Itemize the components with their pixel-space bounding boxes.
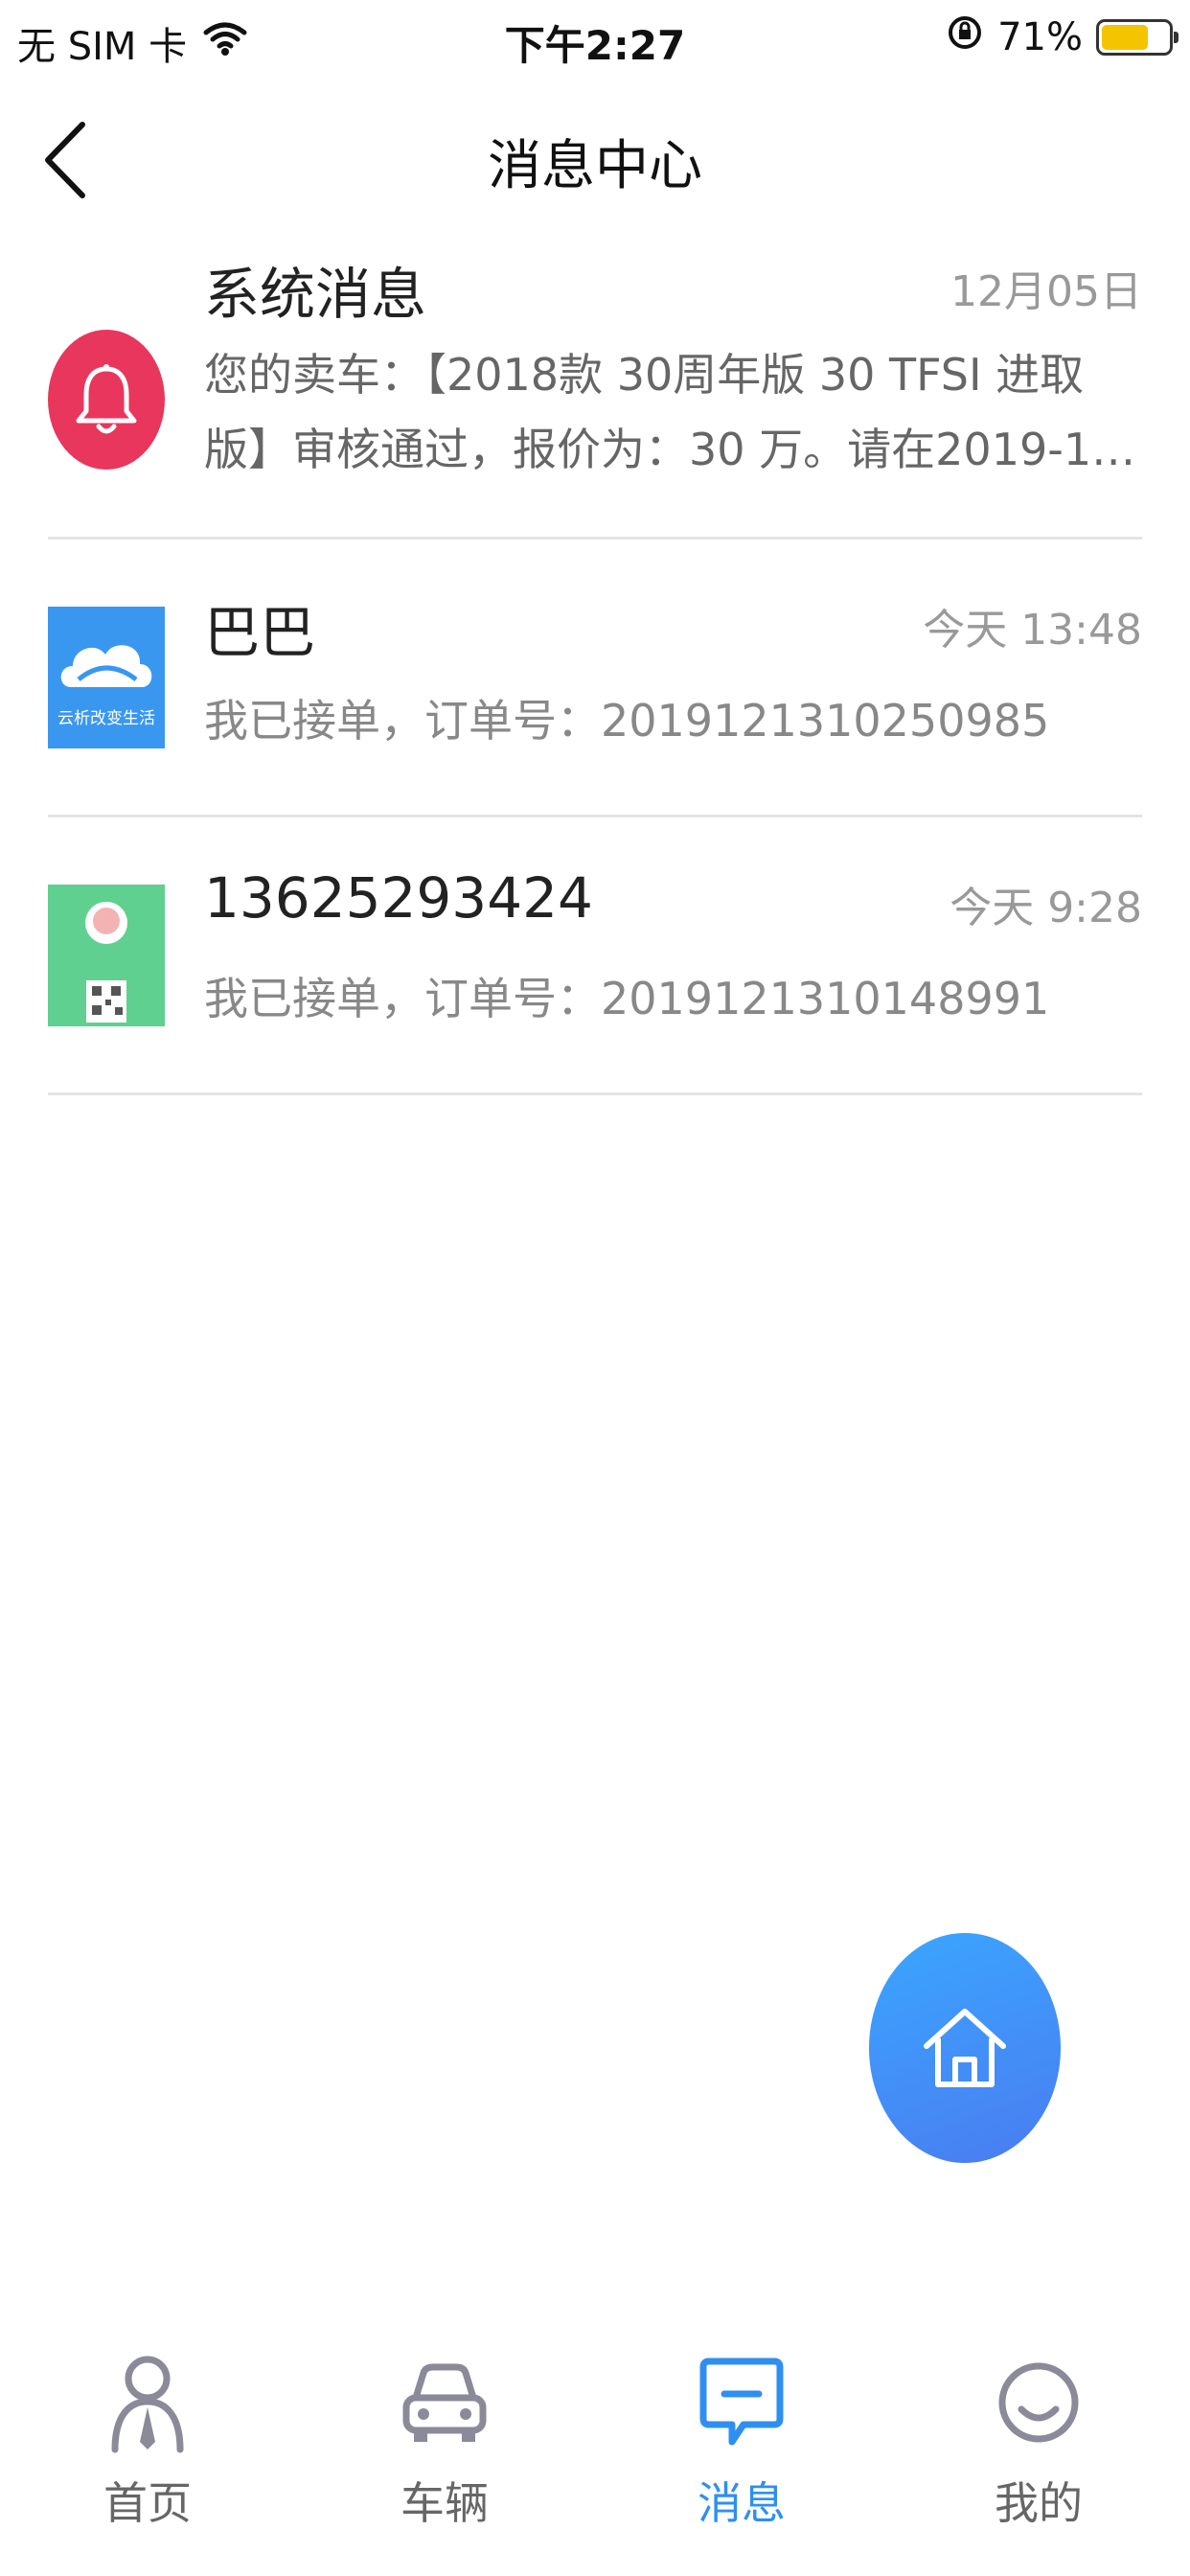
- baba-avatar-text: 云析改变生活: [57, 708, 155, 728]
- car-icon: [402, 2363, 487, 2442]
- message-time: 今天 9:28: [950, 884, 1142, 932]
- tab-label: 我的: [995, 2477, 1083, 2529]
- message-item-system[interactable]: 系统消息 12月05日 您的卖车：【2018款 30周年版 30 TFSI 进取…: [48, 230, 1142, 540]
- message-preview: 我已接单，订单号：2019121310148991: [204, 973, 1050, 1024]
- system-avatar: [48, 330, 165, 470]
- tab-bar: 首页 车辆 消息 我的: [0, 2329, 1190, 2576]
- nav-header: 消息中心: [0, 96, 1190, 220]
- phone-avatar: [48, 885, 165, 1026]
- rotation-lock-icon: [946, 13, 984, 61]
- message-item-phone[interactable]: 13625293424 今天 9:28 我已接单，订单号：20191213101…: [48, 817, 1142, 1095]
- battery-percent: 71%: [997, 15, 1083, 59]
- smile-icon: [998, 2362, 1079, 2443]
- message-title: 巴巴: [204, 600, 316, 665]
- message-list: 系统消息 12月05日 您的卖车：【2018款 30周年版 30 TFSI 进取…: [0, 230, 1190, 1095]
- bell-icon: [76, 364, 137, 434]
- home-fab-button[interactable]: [869, 1933, 1061, 2163]
- message-preview: 我已接单，订单号：2019121310250985: [204, 695, 1050, 747]
- page-title: 消息中心: [488, 135, 702, 197]
- message-title: 13625293424: [204, 865, 593, 931]
- user-photo-icon: [48, 885, 165, 1026]
- tab-home[interactable]: 首页: [52, 2329, 243, 2576]
- tab-label: 消息: [698, 2477, 786, 2529]
- status-bar: 无 SIM 卡 下午2:27 71%: [0, 0, 1190, 77]
- status-right: 71%: [946, 13, 1179, 61]
- cloud-logo-icon: [60, 644, 152, 687]
- battery-fill: [1102, 25, 1148, 50]
- message-item-baba[interactable]: 云析改变生活 巴巴 今天 13:48 我已接单，订单号：201912131025…: [48, 540, 1142, 817]
- tab-messages[interactable]: 消息: [646, 2329, 837, 2576]
- tab-vehicles[interactable]: 车辆: [349, 2329, 540, 2576]
- message-time: 12月05日: [950, 267, 1142, 316]
- person-icon: [111, 2356, 184, 2453]
- battery-icon: [1096, 19, 1179, 56]
- message-center-page: 无 SIM 卡 下午2:27 71% 消息中心 系统消息 12月05日 您的卖车…: [0, 0, 1190, 2576]
- tab-label: 车辆: [400, 2477, 489, 2529]
- baba-avatar: 云析改变生活: [48, 607, 165, 748]
- message-title: 系统消息: [204, 262, 427, 327]
- home-icon: [924, 2009, 1006, 2087]
- message-preview: 您的卖车：【2018款 30周年版 30 TFSI 进取版】审核通过，报价为：3…: [204, 349, 1135, 475]
- message-icon: [699, 2358, 784, 2446]
- tab-label: 首页: [103, 2477, 192, 2529]
- message-time: 今天 13:48: [923, 606, 1142, 655]
- tab-mine[interactable]: 我的: [943, 2329, 1134, 2576]
